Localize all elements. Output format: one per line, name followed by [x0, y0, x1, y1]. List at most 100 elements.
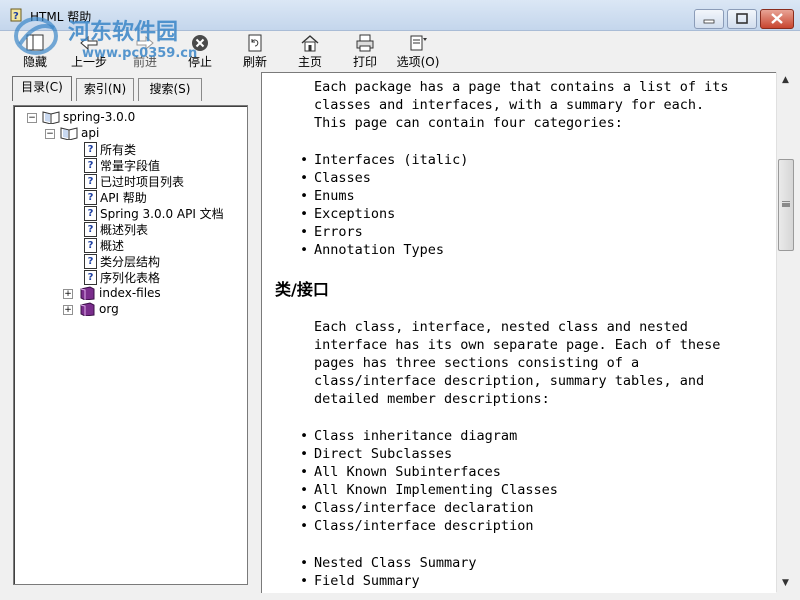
options-icon [410, 35, 427, 51]
tab-index[interactable]: 索引(N) [76, 78, 134, 101]
list-item: Exceptions [274, 205, 468, 223]
title-bar: ? HTML 帮助 [0, 0, 800, 31]
tree-item-page[interactable]: ? 常量字段值 [84, 157, 160, 173]
tree-item-org[interactable]: org [78, 301, 119, 317]
help-page-icon: ? [84, 158, 97, 173]
svg-text:?: ? [13, 11, 19, 22]
maximize-icon [736, 13, 748, 24]
tree-item-label: 序列化表格 [100, 271, 161, 285]
section-heading: 类/接口 [275, 280, 329, 299]
toolbar: 隐藏 上一步 前进 停止 刷新 主页 打印 选项(O) [0, 31, 800, 69]
back-label: 上一步 [70, 55, 107, 69]
open-book-icon [42, 110, 60, 124]
tab-contents[interactable]: 目录(C) [12, 76, 72, 101]
list-item: Classes [274, 169, 468, 187]
expand-toggle[interactable]: + [63, 305, 73, 315]
text-line: Each class, interface, nested class and … [314, 319, 688, 335]
stop-icon [192, 35, 208, 51]
text-line: This page can contain four categories: [314, 115, 623, 131]
tree-item-page[interactable]: ? 已过时项目列表 [84, 173, 184, 189]
collapse-toggle[interactable]: − [45, 129, 55, 139]
close-icon [771, 13, 783, 24]
grip-icon [782, 201, 790, 203]
tree-item-page[interactable]: ? 概述 [84, 237, 124, 253]
tree-item-root[interactable]: spring-3.0.0 [42, 109, 135, 125]
closed-book-icon [80, 285, 95, 300]
tree-item-api[interactable]: api [60, 125, 99, 141]
tree-item-label: org [99, 301, 119, 316]
list-item: Direct Subclasses [274, 445, 558, 463]
list-item: Class/interface declaration [274, 499, 558, 517]
scroll-down-icon[interactable]: ▼ [777, 575, 794, 592]
close-button[interactable] [760, 9, 794, 29]
maximize-button[interactable] [727, 9, 757, 29]
collapse-toggle[interactable]: − [27, 113, 37, 123]
help-page-icon: ? [84, 174, 97, 189]
help-page-icon: ? [84, 270, 97, 285]
category-list: Interfaces (italic) Classes Enums Except… [274, 151, 468, 259]
text-line: pages has three sections consisting of a [314, 355, 640, 371]
tree-item-label: Spring 3.0.0 API 文档 [100, 207, 224, 221]
list-item: All Known Implementing Classes [274, 481, 558, 499]
hide-button[interactable]: 隐藏 [12, 31, 58, 69]
tree-item-page[interactable]: ? Spring 3.0.0 API 文档 [84, 205, 224, 221]
text-line: detailed member descriptions: [314, 391, 550, 407]
tab-search[interactable]: 搜索(S) [138, 78, 202, 101]
help-page-icon: ? [84, 238, 97, 253]
class-paragraph: Each class, interface, nested class and … [314, 318, 720, 408]
help-page-icon: ? [84, 142, 97, 157]
tree-item-page[interactable]: ? 序列化表格 [84, 269, 160, 285]
tree-item-page[interactable]: ? 类分层结构 [84, 253, 160, 269]
refresh-button[interactable]: 刷新 [232, 31, 278, 69]
section-list: Class inheritance diagram Direct Subclas… [274, 427, 558, 535]
forward-button[interactable]: 前进 [122, 31, 168, 69]
tree-item-page[interactable]: ? 所有类 [84, 141, 136, 157]
refresh-label: 刷新 [242, 55, 267, 69]
home-label: 主页 [297, 55, 322, 69]
home-button[interactable]: 主页 [287, 31, 333, 69]
help-page-icon: ? [84, 190, 97, 205]
text-line: class/interface description, summary tab… [314, 373, 705, 389]
tree-item-index-files[interactable]: index-files [78, 285, 161, 301]
tree-item-label: 概述 [100, 239, 125, 253]
print-button[interactable]: 打印 [342, 31, 388, 69]
tree-item-label: 类分层结构 [100, 255, 161, 269]
scroll-up-icon[interactable]: ▲ [777, 72, 794, 89]
list-item: All Known Subinterfaces [274, 463, 558, 481]
list-item: Field Summary [274, 572, 477, 590]
options-button[interactable]: 选项(O) [392, 31, 444, 69]
stop-button[interactable]: 停止 [177, 31, 223, 69]
back-button[interactable]: 上一步 [66, 31, 112, 69]
navigation-pane: 目录(C) 索引(N) 搜索(S) − spring-3.0.0 − api ?… [4, 70, 253, 594]
tree-item-label: 常量字段值 [100, 159, 161, 173]
open-book-icon [60, 126, 78, 140]
tree-item-page[interactable]: ? 概述列表 [84, 221, 148, 237]
minimize-button[interactable] [694, 9, 724, 29]
list-item: Annotation Types [274, 241, 468, 259]
tree-item-label: API 帮助 [100, 191, 147, 205]
help-page-icon: ? [84, 254, 97, 269]
list-item: Class inheritance diagram [274, 427, 558, 445]
tree-item-label: api [81, 125, 100, 140]
pane-splitter[interactable] [253, 70, 259, 594]
window-title: HTML 帮助 [30, 10, 92, 24]
closed-book-icon [80, 301, 95, 316]
help-page-icon: ? [84, 222, 97, 237]
scrollbar-thumb[interactable] [778, 159, 794, 251]
summary-list: Nested Class Summary Field Summary [274, 554, 477, 590]
text-line: Each package has a page that contains a … [314, 79, 729, 95]
hide-label: 隐藏 [22, 55, 47, 69]
forward-label: 前进 [132, 55, 157, 69]
refresh-icon [248, 34, 262, 52]
contents-tree: − spring-3.0.0 − api ? 所有类 ? 常量字段值 ? 已过时项目列… [13, 105, 248, 585]
list-item: Class/interface description [274, 517, 558, 535]
tree-item-page[interactable]: ? API 帮助 [84, 189, 147, 205]
help-book-icon: ? [10, 8, 22, 22]
list-item: Nested Class Summary [274, 554, 477, 572]
intro-paragraph: Each package has a page that contains a … [314, 78, 729, 132]
content-pane: Each package has a page that contains a … [261, 72, 776, 593]
expand-toggle[interactable]: + [63, 289, 73, 299]
list-item: Interfaces (italic) [274, 151, 468, 169]
options-label: 选项(O) [396, 55, 440, 69]
content-scrollbar[interactable]: ▲ ▼ [776, 72, 794, 592]
